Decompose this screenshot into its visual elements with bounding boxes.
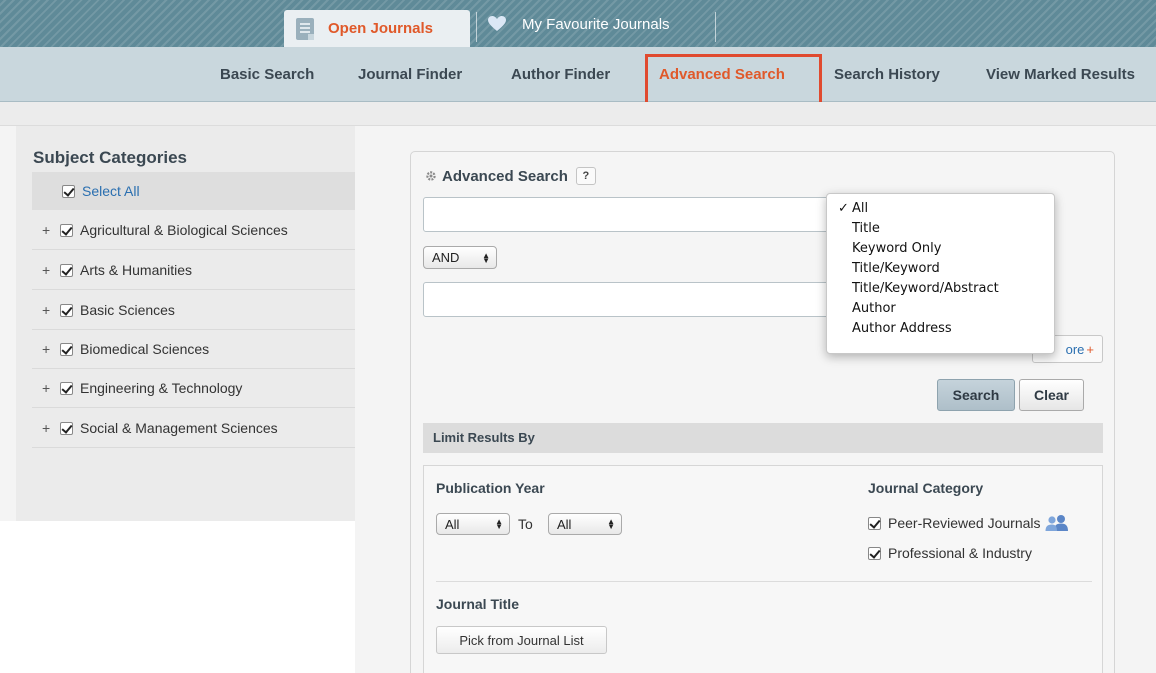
select-all-link[interactable]: Select All bbox=[82, 183, 140, 199]
select-arrows-icon: ▲ ▼ bbox=[482, 250, 490, 265]
dropdown-option-label: Title bbox=[852, 221, 880, 236]
category-row: + Social & Management Sciences bbox=[32, 409, 355, 448]
select-all-checkbox[interactable] bbox=[62, 184, 75, 198]
document-icon bbox=[296, 17, 314, 40]
subject-categories-title: Subject Categories bbox=[33, 148, 187, 167]
search-field-dropdown[interactable]: ✓ All Title Keyword Only Title/Keyword T… bbox=[826, 193, 1055, 354]
year-to-label: To bbox=[518, 516, 533, 532]
search-query-input-1[interactable] bbox=[423, 197, 835, 232]
more-plus-icon: + bbox=[1086, 341, 1094, 357]
category-checkbox[interactable] bbox=[60, 223, 73, 237]
expand-plus-icon[interactable]: + bbox=[42, 341, 57, 357]
tab-open-journals-label: Open Journals bbox=[328, 20, 434, 37]
top-bar: Open Journals My Favourite Journals bbox=[0, 0, 1156, 47]
sidebar-footer-area bbox=[0, 521, 355, 673]
peer-reviewed-label: Peer-Reviewed Journals bbox=[888, 515, 1041, 531]
dropdown-option-label: All bbox=[852, 201, 869, 216]
dropdown-option-label: Author Address bbox=[852, 321, 952, 336]
select-arrows-icon: ▲ ▼ bbox=[607, 517, 615, 531]
expand-plus-icon[interactable]: + bbox=[42, 420, 57, 436]
select-arrows-icon: ▲ ▼ bbox=[495, 517, 503, 531]
dropdown-option-label: Author bbox=[852, 301, 896, 316]
tab-divider bbox=[715, 12, 716, 42]
expand-plus-icon[interactable]: + bbox=[42, 302, 57, 318]
journal-category-label: Journal Category bbox=[868, 480, 984, 496]
category-row: + Engineering & Technology bbox=[32, 369, 355, 408]
nav-bar: Basic Search Journal Finder Author Finde… bbox=[0, 47, 1156, 102]
pick-from-journal-list-button[interactable]: Pick from Journal List bbox=[436, 626, 607, 654]
dropdown-option-author-address[interactable]: Author Address bbox=[827, 319, 1054, 339]
journal-category-option[interactable]: Peer-Reviewed Journals bbox=[868, 514, 1070, 532]
category-checkbox[interactable] bbox=[60, 381, 73, 395]
journal-category-option[interactable]: Professional & Industry bbox=[868, 545, 1032, 561]
boolean-operator-select[interactable]: AND ▲ ▼ bbox=[423, 246, 497, 269]
nav-journal-finder[interactable]: Journal Finder bbox=[358, 66, 462, 83]
nav-author-finder[interactable]: Author Finder bbox=[511, 66, 610, 83]
people-icon bbox=[1045, 515, 1068, 531]
dropdown-option-label: Title/Keyword bbox=[852, 261, 940, 276]
dropdown-option-title-keyword[interactable]: Title/Keyword bbox=[827, 259, 1054, 279]
dropdown-option-author[interactable]: Author bbox=[827, 299, 1054, 319]
category-row: + Basic Sciences bbox=[32, 291, 355, 330]
divider bbox=[436, 581, 1092, 582]
category-row: + Arts & Humanities bbox=[32, 251, 355, 290]
publication-year-label: Publication Year bbox=[436, 480, 545, 496]
category-label: Biomedical Sciences bbox=[80, 341, 210, 357]
advanced-search-title: Advanced Search bbox=[442, 167, 568, 185]
professional-industry-label: Professional & Industry bbox=[888, 545, 1032, 561]
year-from-value: All bbox=[445, 516, 460, 532]
help-button[interactable]: ? bbox=[575, 167, 596, 185]
subject-categories-panel: Subject Categories Select All + Agricult… bbox=[16, 126, 355, 521]
dropdown-option-all[interactable]: ✓ All bbox=[827, 199, 1054, 219]
expand-plus-icon[interactable]: + bbox=[42, 262, 57, 278]
heart-icon bbox=[488, 16, 506, 31]
peer-reviewed-checkbox[interactable] bbox=[868, 516, 881, 530]
gear-icon bbox=[426, 171, 436, 181]
nav-search-history[interactable]: Search History bbox=[834, 66, 940, 83]
journal-title-label: Journal Title bbox=[436, 596, 519, 612]
check-icon: ✓ bbox=[838, 201, 849, 216]
category-label: Social & Management Sciences bbox=[80, 420, 278, 436]
dropdown-option-title[interactable]: Title bbox=[827, 219, 1054, 239]
professional-industry-checkbox[interactable] bbox=[868, 546, 881, 560]
expand-plus-icon[interactable]: + bbox=[42, 222, 57, 238]
category-label: Engineering & Technology bbox=[80, 380, 243, 396]
tab-favourite-journals[interactable]: My Favourite Journals bbox=[488, 10, 670, 38]
category-checkbox[interactable] bbox=[60, 303, 73, 317]
limit-results-box: Publication Year All ▲ ▼ To All ▲ ▼ Journa… bbox=[423, 465, 1103, 673]
category-row: + Agricultural & Biological Sciences bbox=[32, 211, 355, 250]
dropdown-option-label: Keyword Only bbox=[852, 241, 942, 256]
select-all-row[interactable]: Select All bbox=[32, 172, 355, 210]
category-row: + Biomedical Sciences bbox=[32, 330, 355, 369]
dropdown-option-title-keyword-abstract[interactable]: Title/Keyword/Abstract bbox=[827, 279, 1054, 299]
dropdown-option-keyword-only[interactable]: Keyword Only bbox=[827, 239, 1054, 259]
year-to-value: All bbox=[557, 516, 572, 532]
clear-button[interactable]: Clear bbox=[1019, 379, 1084, 411]
category-label: Arts & Humanities bbox=[80, 262, 193, 278]
year-to-select[interactable]: All ▲ ▼ bbox=[548, 513, 622, 535]
dropdown-option-label: Title/Keyword/Abstract bbox=[852, 281, 999, 296]
sub-bar bbox=[0, 102, 1156, 126]
tab-favourite-journals-label: My Favourite Journals bbox=[522, 15, 670, 33]
limit-results-header: Limit Results By bbox=[423, 423, 1103, 453]
nav-basic-search[interactable]: Basic Search bbox=[220, 66, 314, 83]
category-checkbox[interactable] bbox=[60, 421, 73, 435]
tab-open-journals[interactable]: Open Journals bbox=[284, 10, 470, 47]
advanced-search-header: Advanced Search ? bbox=[425, 167, 596, 185]
expand-plus-icon[interactable]: + bbox=[42, 380, 57, 396]
tab-divider bbox=[476, 12, 477, 42]
category-checkbox[interactable] bbox=[60, 263, 73, 277]
category-label: Agricultural & Biological Sciences bbox=[80, 222, 288, 238]
search-button[interactable]: Search bbox=[937, 379, 1015, 411]
year-from-select[interactable]: All ▲ ▼ bbox=[436, 513, 510, 535]
nav-view-marked-results[interactable]: View Marked Results bbox=[986, 66, 1135, 83]
category-label: Basic Sciences bbox=[80, 302, 175, 318]
more-fields-label: ore bbox=[1065, 341, 1085, 357]
search-query-input-2[interactable] bbox=[423, 282, 835, 317]
boolean-operator-value: AND bbox=[432, 250, 460, 265]
category-checkbox[interactable] bbox=[60, 342, 73, 356]
